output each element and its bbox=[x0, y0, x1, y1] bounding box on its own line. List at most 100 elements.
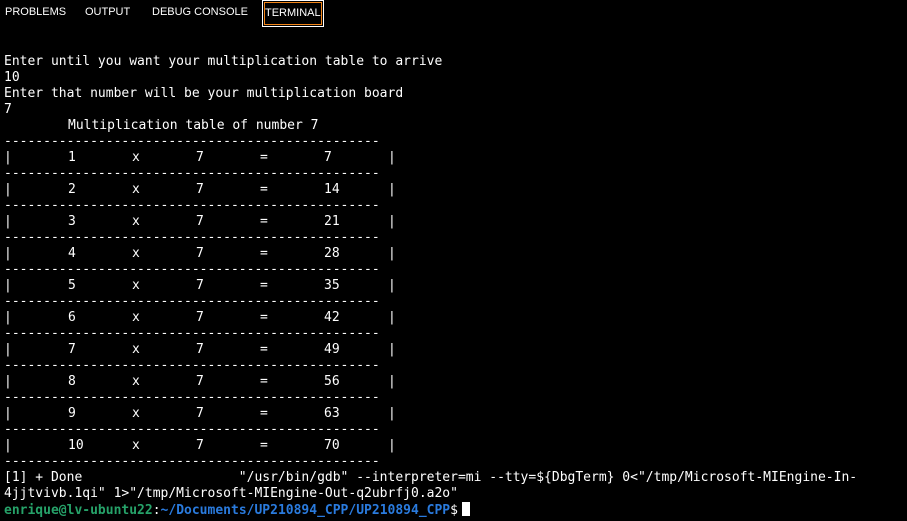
terminal-cursor bbox=[461, 502, 470, 516]
table-multiplier: 7 bbox=[196, 310, 204, 325]
table-row: | 5 x 7 = 35 | bbox=[4, 278, 904, 294]
table-factor: 4 bbox=[68, 246, 76, 261]
table-result: 28 bbox=[324, 246, 340, 261]
table-border-right: | bbox=[388, 438, 396, 453]
table-separator: ----------------------------------------… bbox=[4, 358, 380, 373]
table-border-left: | bbox=[4, 310, 12, 325]
table-separator: ----------------------------------------… bbox=[4, 262, 380, 277]
table-separator: ----------------------------------------… bbox=[4, 294, 380, 309]
table-border-left: | bbox=[4, 150, 12, 165]
table-equals-symbol: = bbox=[260, 406, 268, 421]
table-factor: 2 bbox=[68, 182, 76, 197]
table-multiplier: 7 bbox=[196, 342, 204, 357]
table-times-symbol: x bbox=[132, 246, 140, 261]
table-multiplier: 7 bbox=[196, 278, 204, 293]
table-result: 70 bbox=[324, 438, 340, 453]
table-factor: 8 bbox=[68, 374, 76, 389]
table-equals-symbol: = bbox=[260, 342, 268, 357]
table-row: | 7 x 7 = 49 | bbox=[4, 342, 904, 358]
table-separator: ----------------------------------------… bbox=[4, 166, 380, 181]
panel-tab-bar: PROBLEMS OUTPUT DEBUG CONSOLE TERMINAL bbox=[0, 0, 907, 28]
table-factor: 9 bbox=[68, 406, 76, 421]
table-result: 56 bbox=[324, 374, 340, 389]
table-border-right: | bbox=[388, 406, 396, 421]
table-factor: 7 bbox=[68, 342, 76, 357]
table-result: 42 bbox=[324, 310, 340, 325]
table-multiplier: 7 bbox=[196, 406, 204, 421]
table-row: | 4 x 7 = 28 | bbox=[4, 246, 904, 262]
table-factor: 1 bbox=[68, 150, 76, 165]
table-border-left: | bbox=[4, 214, 12, 229]
table-result: 63 bbox=[324, 406, 340, 421]
table-row: | 1 x 7 = 7 | bbox=[4, 150, 904, 166]
table-border-right: | bbox=[388, 278, 396, 293]
table-separator: ----------------------------------------… bbox=[4, 134, 380, 149]
terminal-output[interactable]: Enter until you want your multiplication… bbox=[4, 54, 904, 520]
table-border-right: | bbox=[388, 246, 396, 261]
table-separator: ----------------------------------------… bbox=[4, 422, 380, 437]
table-separator: ----------------------------------------… bbox=[4, 198, 380, 213]
table-times-symbol: x bbox=[132, 438, 140, 453]
table-border-right: | bbox=[388, 150, 396, 165]
table-border-right: | bbox=[388, 342, 396, 357]
table-times-symbol: x bbox=[132, 406, 140, 421]
tab-debug-console[interactable]: DEBUG CONSOLE bbox=[152, 0, 248, 24]
prompt-dollar: $ bbox=[450, 503, 458, 518]
multiplication-table: ----------------------------------------… bbox=[4, 134, 904, 470]
prompt-table-limit: Enter until you want your multiplication… bbox=[4, 54, 443, 69]
table-border-left: | bbox=[4, 342, 12, 357]
table-factor: 6 bbox=[68, 310, 76, 325]
table-factor: 10 bbox=[68, 438, 84, 453]
table-border-right: | bbox=[388, 374, 396, 389]
table-result: 14 bbox=[324, 182, 340, 197]
table-border-left: | bbox=[4, 374, 12, 389]
table-result: 35 bbox=[324, 278, 340, 293]
tab-problems[interactable]: PROBLEMS bbox=[5, 0, 66, 24]
table-title: Multiplication table of number 7 bbox=[68, 118, 319, 133]
table-equals-symbol: = bbox=[260, 150, 268, 165]
input-table-number: 7 bbox=[4, 102, 12, 117]
table-equals-symbol: = bbox=[260, 438, 268, 453]
table-border-left: | bbox=[4, 278, 12, 293]
table-border-right: | bbox=[388, 310, 396, 325]
table-factor: 5 bbox=[68, 278, 76, 293]
prompt-user-host: enrique@lv-ubuntu22 bbox=[4, 503, 153, 518]
table-equals-symbol: = bbox=[260, 278, 268, 293]
tab-terminal[interactable]: TERMINAL bbox=[262, 0, 324, 27]
table-row: | 2 x 7 = 14 | bbox=[4, 182, 904, 198]
table-border-left: | bbox=[4, 406, 12, 421]
table-result: 21 bbox=[324, 214, 340, 229]
shell-prompt[interactable]: enrique@lv-ubuntu22:~/Documents/UP210894… bbox=[4, 502, 904, 518]
table-separator: ----------------------------------------… bbox=[4, 390, 380, 405]
table-border-left: | bbox=[4, 182, 12, 197]
table-separator: ----------------------------------------… bbox=[4, 230, 380, 245]
table-separator: ----------------------------------------… bbox=[4, 454, 380, 469]
table-multiplier: 7 bbox=[196, 246, 204, 261]
table-result: 49 bbox=[324, 342, 340, 357]
table-times-symbol: x bbox=[132, 278, 140, 293]
table-multiplier: 7 bbox=[196, 438, 204, 453]
table-result: 7 bbox=[324, 150, 332, 165]
table-border-left: | bbox=[4, 246, 12, 261]
table-border-left: | bbox=[4, 438, 12, 453]
input-table-limit: 10 bbox=[4, 70, 20, 85]
table-times-symbol: x bbox=[132, 310, 140, 325]
table-times-symbol: x bbox=[132, 214, 140, 229]
table-border-right: | bbox=[388, 182, 396, 197]
table-multiplier: 7 bbox=[196, 214, 204, 229]
table-equals-symbol: = bbox=[260, 310, 268, 325]
table-equals-symbol: = bbox=[260, 214, 268, 229]
table-row: | 8 x 7 = 56 | bbox=[4, 374, 904, 390]
table-multiplier: 7 bbox=[196, 374, 204, 389]
tab-output[interactable]: OUTPUT bbox=[85, 0, 130, 24]
table-row: | 10 x 7 = 70 | bbox=[4, 438, 904, 454]
terminal-panel: PROBLEMS OUTPUT DEBUG CONSOLE TERMINAL E… bbox=[0, 0, 907, 521]
table-times-symbol: x bbox=[132, 374, 140, 389]
job-done-line-1: [1] + Done "/usr/bin/gdb" --interpreter=… bbox=[4, 470, 858, 485]
prompt-table-number: Enter that number will be your multiplic… bbox=[4, 86, 404, 101]
table-border-right: | bbox=[388, 214, 396, 229]
table-times-symbol: x bbox=[132, 182, 140, 197]
prompt-path: ~/Documents/UP210894_CPP/UP210894_CPP bbox=[160, 503, 451, 518]
prompt-colon: : bbox=[152, 503, 161, 518]
job-done-line-2: 4jjtvivb.1qi" 1>"/tmp/Microsoft-MIEngine… bbox=[4, 486, 458, 501]
